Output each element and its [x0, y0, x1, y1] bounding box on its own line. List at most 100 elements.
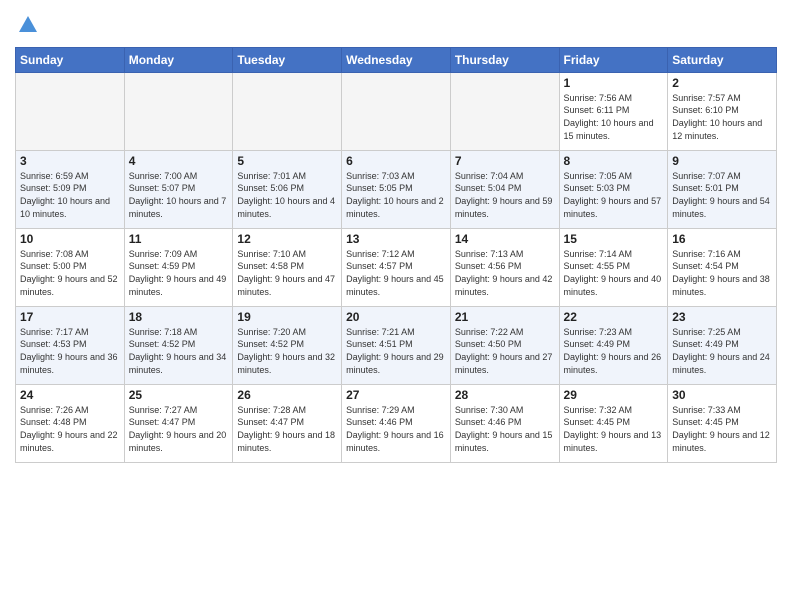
weekday-header-row: SundayMondayTuesdayWednesdayThursdayFrid…	[16, 47, 777, 72]
day-number: 1	[564, 76, 664, 90]
day-number: 23	[672, 310, 772, 324]
day-info: Sunrise: 7:13 AM Sunset: 4:56 PM Dayligh…	[455, 248, 555, 298]
day-info: Sunrise: 7:17 AM Sunset: 4:53 PM Dayligh…	[20, 326, 120, 376]
day-cell: 9Sunrise: 7:07 AM Sunset: 5:01 PM Daylig…	[668, 150, 777, 228]
day-info: Sunrise: 7:08 AM Sunset: 5:00 PM Dayligh…	[20, 248, 120, 298]
day-info: Sunrise: 7:18 AM Sunset: 4:52 PM Dayligh…	[129, 326, 229, 376]
day-number: 16	[672, 232, 772, 246]
day-number: 17	[20, 310, 120, 324]
day-cell: 8 Sunrise: 7:05 AM Sunset: 5:03 PM Daylig…	[559, 150, 668, 228]
day-cell: 2 Sunrise: 7:57 AM Sunset: 6:10 PM Daylig…	[668, 72, 777, 150]
day-cell: 23 Sunrise: 7:25 AM Sunset: 4:49 PM Dayli…	[668, 306, 777, 384]
day-number: 21	[455, 310, 555, 324]
day-cell	[342, 72, 451, 150]
page: SundayMondayTuesdayWednesdayThursdayFrid…	[0, 0, 792, 612]
day-number: 26	[237, 388, 337, 402]
day-info: Sunrise: 7:12 AM Sunset: 4:57 PM Dayligh…	[346, 248, 446, 298]
day-cell: 1 Sunrise: 7:56 AM Sunset: 6:11 PM Daylig…	[559, 72, 668, 150]
day-number: 14	[455, 232, 555, 246]
day-cell: 16 Sunrise: 7:16 AM Sunset: 4:54 PM Dayli…	[668, 228, 777, 306]
day-number: 10	[20, 232, 120, 246]
logo	[15, 14, 39, 41]
day-info: Sunrise: 7:25 AM Sunset: 4:49 PM Dayligh…	[672, 326, 772, 376]
weekday-wednesday: Wednesday	[342, 47, 451, 72]
day-number: 5	[237, 154, 337, 168]
day-number: 11	[129, 232, 229, 246]
calendar: SundayMondayTuesdayWednesdayThursdayFrid…	[15, 47, 777, 463]
day-info: Sunrise: 7:32 AM Sunset: 4:45 PM Dayligh…	[564, 404, 664, 454]
day-cell: 25 Sunrise: 7:27 AM Sunset: 4:47 PM Dayli…	[124, 384, 233, 462]
day-cell: 27Sunrise: 7:29 AM Sunset: 4:46 PM Dayli…	[342, 384, 451, 462]
day-info: Sunrise: 7:05 AM Sunset: 5:03 PM Dayligh…	[564, 170, 664, 220]
day-cell: 7 Sunrise: 7:04 AM Sunset: 5:04 PM Daylig…	[450, 150, 559, 228]
week-row-4: 17 Sunrise: 7:17 AM Sunset: 4:53 PM Dayli…	[16, 306, 777, 384]
day-number: 3	[20, 154, 120, 168]
day-cell: 6 Sunrise: 7:03 AM Sunset: 5:05 PM Daylig…	[342, 150, 451, 228]
day-cell: 18 Sunrise: 7:18 AM Sunset: 4:52 PM Dayli…	[124, 306, 233, 384]
weekday-monday: Monday	[124, 47, 233, 72]
day-number: 25	[129, 388, 229, 402]
day-number: 12	[237, 232, 337, 246]
day-cell: 21 Sunrise: 7:22 AM Sunset: 4:50 PM Dayli…	[450, 306, 559, 384]
day-number: 24	[20, 388, 120, 402]
day-cell: 11 Sunrise: 7:09 AM Sunset: 4:59 PM Dayli…	[124, 228, 233, 306]
day-info: Sunrise: 7:22 AM Sunset: 4:50 PM Dayligh…	[455, 326, 555, 376]
day-info: Sunrise: 6:59 AM Sunset: 5:09 PM Dayligh…	[20, 170, 120, 220]
day-cell: 24Sunrise: 7:26 AM Sunset: 4:48 PM Dayli…	[16, 384, 125, 462]
weekday-saturday: Saturday	[668, 47, 777, 72]
day-number: 2	[672, 76, 772, 90]
day-number: 8	[564, 154, 664, 168]
day-cell: 29 Sunrise: 7:32 AM Sunset: 4:45 PM Dayli…	[559, 384, 668, 462]
week-row-3: 10 Sunrise: 7:08 AM Sunset: 5:00 PM Dayli…	[16, 228, 777, 306]
week-row-1: 1 Sunrise: 7:56 AM Sunset: 6:11 PM Daylig…	[16, 72, 777, 150]
day-cell: 28 Sunrise: 7:30 AM Sunset: 4:46 PM Dayli…	[450, 384, 559, 462]
day-info: Sunrise: 7:33 AM Sunset: 4:45 PM Dayligh…	[672, 404, 772, 454]
day-number: 19	[237, 310, 337, 324]
day-number: 30	[672, 388, 772, 402]
day-cell	[233, 72, 342, 150]
day-number: 18	[129, 310, 229, 324]
day-info: Sunrise: 7:10 AM Sunset: 4:58 PM Dayligh…	[237, 248, 337, 298]
day-number: 20	[346, 310, 446, 324]
day-number: 6	[346, 154, 446, 168]
week-row-5: 24Sunrise: 7:26 AM Sunset: 4:48 PM Dayli…	[16, 384, 777, 462]
day-info: Sunrise: 7:27 AM Sunset: 4:47 PM Dayligh…	[129, 404, 229, 454]
day-info: Sunrise: 7:57 AM Sunset: 6:10 PM Dayligh…	[672, 92, 772, 142]
day-info: Sunrise: 7:14 AM Sunset: 4:55 PM Dayligh…	[564, 248, 664, 298]
weekday-friday: Friday	[559, 47, 668, 72]
day-info: Sunrise: 7:20 AM Sunset: 4:52 PM Dayligh…	[237, 326, 337, 376]
day-number: 28	[455, 388, 555, 402]
header	[15, 10, 777, 41]
day-cell: 4Sunrise: 7:00 AM Sunset: 5:07 PM Daylig…	[124, 150, 233, 228]
day-cell: 15Sunrise: 7:14 AM Sunset: 4:55 PM Dayli…	[559, 228, 668, 306]
day-number: 7	[455, 154, 555, 168]
week-row-2: 3 Sunrise: 6:59 AM Sunset: 5:09 PM Daylig…	[16, 150, 777, 228]
day-info: Sunrise: 7:04 AM Sunset: 5:04 PM Dayligh…	[455, 170, 555, 220]
day-cell: 3 Sunrise: 6:59 AM Sunset: 5:09 PM Daylig…	[16, 150, 125, 228]
day-cell: 5 Sunrise: 7:01 AM Sunset: 5:06 PM Daylig…	[233, 150, 342, 228]
day-info: Sunrise: 7:03 AM Sunset: 5:05 PM Dayligh…	[346, 170, 446, 220]
day-number: 13	[346, 232, 446, 246]
weekday-tuesday: Tuesday	[233, 47, 342, 72]
day-info: Sunrise: 7:56 AM Sunset: 6:11 PM Dayligh…	[564, 92, 664, 142]
day-info: Sunrise: 7:16 AM Sunset: 4:54 PM Dayligh…	[672, 248, 772, 298]
day-cell: 19 Sunrise: 7:20 AM Sunset: 4:52 PM Dayli…	[233, 306, 342, 384]
day-cell: 30 Sunrise: 7:33 AM Sunset: 4:45 PM Dayli…	[668, 384, 777, 462]
day-info: Sunrise: 7:30 AM Sunset: 4:46 PM Dayligh…	[455, 404, 555, 454]
day-info: Sunrise: 7:07 AM Sunset: 5:01 PM Dayligh…	[672, 170, 772, 220]
day-info: Sunrise: 7:01 AM Sunset: 5:06 PM Dayligh…	[237, 170, 337, 220]
day-cell: 26Sunrise: 7:28 AM Sunset: 4:47 PM Dayli…	[233, 384, 342, 462]
day-cell: 17 Sunrise: 7:17 AM Sunset: 4:53 PM Dayli…	[16, 306, 125, 384]
day-cell	[124, 72, 233, 150]
weekday-thursday: Thursday	[450, 47, 559, 72]
day-info: Sunrise: 7:21 AM Sunset: 4:51 PM Dayligh…	[346, 326, 446, 376]
day-info: Sunrise: 7:23 AM Sunset: 4:49 PM Dayligh…	[564, 326, 664, 376]
day-cell: 12 Sunrise: 7:10 AM Sunset: 4:58 PM Dayli…	[233, 228, 342, 306]
day-number: 4	[129, 154, 229, 168]
day-info: Sunrise: 7:09 AM Sunset: 4:59 PM Dayligh…	[129, 248, 229, 298]
day-number: 29	[564, 388, 664, 402]
day-cell: 13 Sunrise: 7:12 AM Sunset: 4:57 PM Dayli…	[342, 228, 451, 306]
day-cell	[16, 72, 125, 150]
day-number: 22	[564, 310, 664, 324]
day-info: Sunrise: 7:29 AM Sunset: 4:46 PM Dayligh…	[346, 404, 446, 454]
